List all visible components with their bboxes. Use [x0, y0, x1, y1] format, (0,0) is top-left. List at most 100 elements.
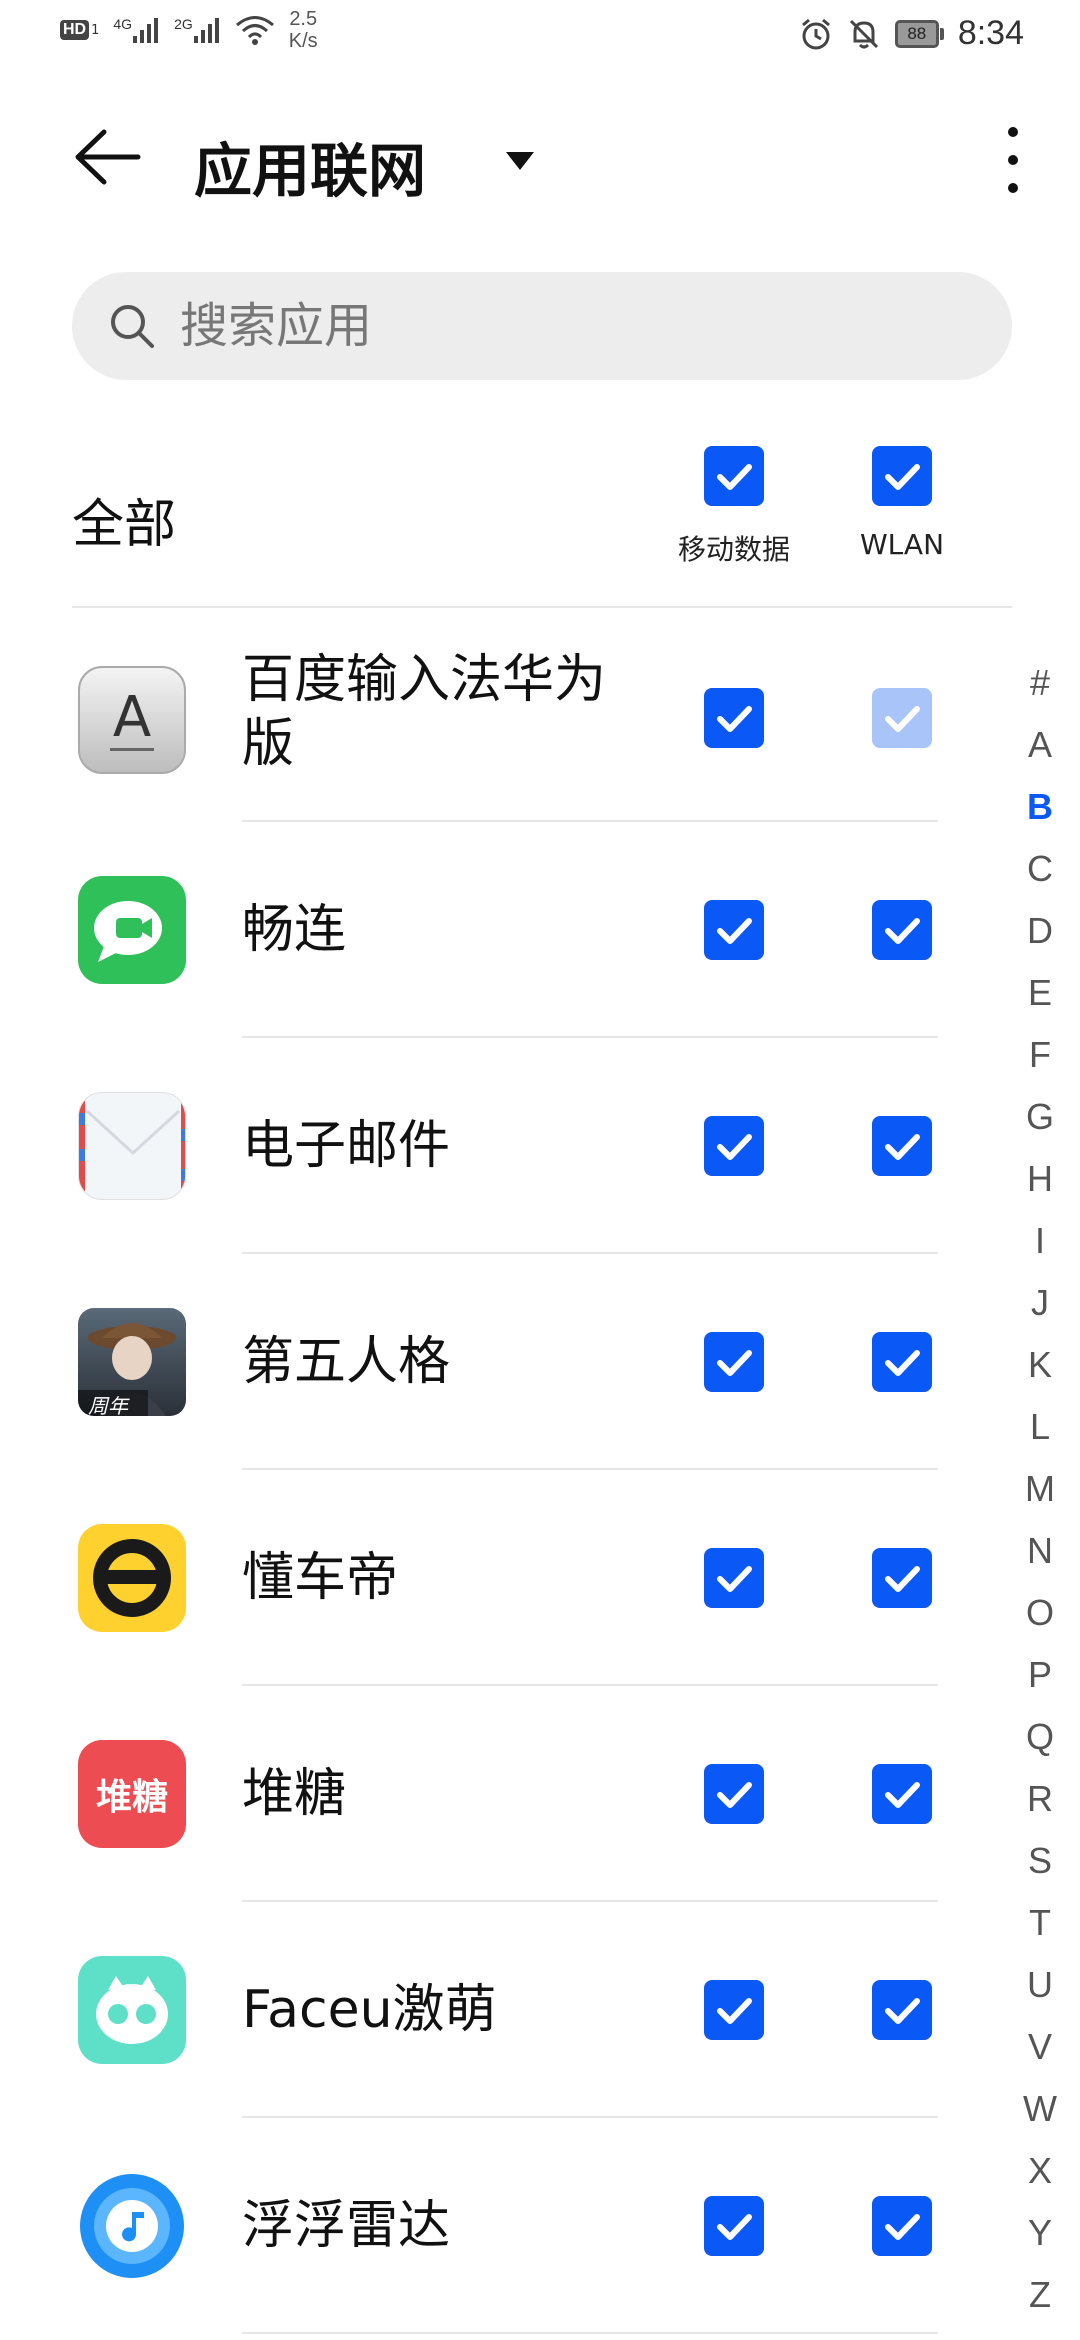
app-name: 电子邮件: [242, 1116, 451, 1176]
signal-bars-icon: [193, 18, 219, 43]
hd-badge: HD: [60, 20, 90, 40]
mobile-data-checkbox[interactable]: [704, 1764, 764, 1824]
list-item[interactable]: 堆糖 堆糖: [0, 1686, 1010, 1902]
index-letter[interactable]: M: [1010, 1458, 1070, 1520]
index-letter[interactable]: H: [1010, 1148, 1070, 1210]
index-letter[interactable]: P: [1010, 1644, 1070, 1706]
index-letter[interactable]: Q: [1010, 1706, 1070, 1768]
mobile-data-checkbox[interactable]: [704, 1980, 764, 2040]
wlan-checkbox[interactable]: [872, 2196, 932, 2256]
row-divider: [242, 2332, 938, 2334]
index-letter[interactable]: D: [1010, 900, 1070, 962]
index-letter[interactable]: G: [1010, 1086, 1070, 1148]
mobile-data-checkbox[interactable]: [704, 1116, 764, 1176]
index-letter[interactable]: V: [1010, 2016, 1070, 2078]
status-bar-left: HD 1 4G 2G 2.5 K/s: [60, 8, 318, 52]
index-letter[interactable]: N: [1010, 1520, 1070, 1582]
index-letter[interactable]: I: [1010, 1210, 1070, 1272]
check-icon: [885, 464, 920, 490]
wlan-label: WLAN: [859, 528, 945, 561]
check-icon: [717, 1782, 752, 1808]
search-input[interactable]: [180, 272, 980, 380]
letter-a-glyph: A: [110, 685, 154, 751]
duitang-icon: 堆糖: [78, 1740, 186, 1848]
list-item[interactable]: 电子邮件: [0, 1038, 1010, 1254]
sim2-network-type: 2G: [174, 16, 193, 32]
search-box[interactable]: [72, 272, 1012, 380]
wlan-checkbox[interactable]: [872, 1332, 932, 1392]
mobile-data-checkbox[interactable]: [704, 1548, 764, 1608]
alphabet-index-bar[interactable]: # A B C D E F G H I J K L M N O P Q R S …: [1010, 652, 1070, 2326]
dongchedi-icon: [78, 1524, 186, 1632]
wlan-checkbox-disabled[interactable]: [872, 688, 932, 748]
faceu-icon: [78, 1956, 186, 2064]
anniversary-badge: 周年: [88, 1394, 128, 1416]
index-letter[interactable]: L: [1010, 1396, 1070, 1458]
index-letter[interactable]: Z: [1010, 2264, 1070, 2326]
email-icon: [78, 1092, 186, 1200]
index-letter[interactable]: S: [1010, 1830, 1070, 1892]
duitang-icon-text: 堆糖: [95, 1777, 168, 1818]
battery-tip: [939, 27, 944, 40]
status-bar: HD 1 4G 2G 2.5 K/s 88 8:34: [0, 0, 1080, 72]
search-icon: [111, 305, 154, 348]
back-arrow-icon: [75, 129, 141, 185]
mobile-data-checkbox[interactable]: [704, 688, 764, 748]
check-icon: [885, 1350, 920, 1376]
index-letter[interactable]: W: [1010, 2078, 1070, 2140]
back-button[interactable]: [72, 122, 142, 192]
page-title: 应用联网: [194, 137, 427, 205]
list-item[interactable]: 浮浮雷达: [0, 2118, 1010, 2334]
mobile-data-checkbox[interactable]: [704, 2196, 764, 2256]
index-letter[interactable]: T: [1010, 1892, 1070, 1954]
index-letter[interactable]: C: [1010, 838, 1070, 900]
index-letter[interactable]: F: [1010, 1024, 1070, 1086]
check-icon: [717, 706, 752, 732]
list-item[interactable]: Faceu激萌: [0, 1902, 1010, 2118]
baidu-input-icon: A: [78, 666, 186, 774]
list-item[interactable]: 畅连: [0, 822, 1010, 1038]
header: 应用联网: [0, 100, 1080, 220]
check-icon: [885, 918, 920, 944]
mobile-data-checkbox[interactable]: [704, 900, 764, 960]
all-mobile-data-checkbox[interactable]: [704, 446, 764, 506]
app-name: 堆糖: [242, 1764, 347, 1824]
index-letter[interactable]: R: [1010, 1768, 1070, 1830]
all-wlan-checkbox[interactable]: [872, 446, 932, 506]
list-item[interactable]: A 百度输入法华为版: [0, 606, 1010, 822]
network-speed: 2.5 K/s: [289, 8, 318, 52]
wlan-checkbox[interactable]: [872, 1980, 932, 2040]
dropdown-triangle-icon: [506, 152, 534, 170]
title-dropdown-button[interactable]: [500, 146, 540, 176]
index-letter[interactable]: A: [1010, 714, 1070, 776]
index-letter[interactable]: #: [1010, 652, 1070, 714]
list-item[interactable]: 懂车帝: [0, 1470, 1010, 1686]
check-icon: [885, 706, 920, 732]
index-letter[interactable]: U: [1010, 1954, 1070, 2016]
wlan-checkbox[interactable]: [872, 900, 932, 960]
index-letter[interactable]: K: [1010, 1334, 1070, 1396]
wlan-checkbox[interactable]: [872, 1116, 932, 1176]
index-letter[interactable]: O: [1010, 1582, 1070, 1644]
battery-indicator: 88: [894, 19, 944, 48]
list-item[interactable]: 周年 第五人格: [0, 1254, 1010, 1470]
index-letter[interactable]: X: [1010, 2140, 1070, 2202]
index-letter[interactable]: E: [1010, 962, 1070, 1024]
app-name: 第五人格: [242, 1332, 451, 1392]
identity-v-icon: 周年: [78, 1308, 186, 1416]
index-letter[interactable]: Y: [1010, 2202, 1070, 2264]
fufu-radar-icon: [78, 2172, 186, 2280]
mobile-data-checkbox[interactable]: [704, 1332, 764, 1392]
svg-text:A: A: [113, 685, 151, 750]
index-letter[interactable]: J: [1010, 1272, 1070, 1334]
check-icon: [885, 1998, 920, 2024]
mute-icon: [849, 19, 878, 48]
index-letter-active[interactable]: B: [1010, 776, 1070, 838]
more-options-button[interactable]: [998, 120, 1028, 200]
check-icon: [885, 1566, 920, 1592]
wlan-column-header: WLAN: [802, 446, 1002, 561]
wlan-checkbox[interactable]: [872, 1764, 932, 1824]
wifi-icon: [235, 16, 274, 45]
check-icon: [717, 2214, 752, 2240]
wlan-checkbox[interactable]: [872, 1548, 932, 1608]
